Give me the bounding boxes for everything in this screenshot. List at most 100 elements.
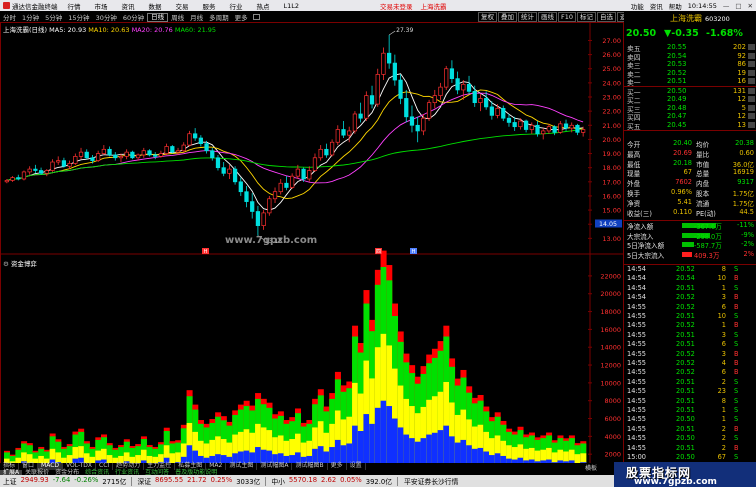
candle-body bbox=[501, 107, 506, 119]
candle-body bbox=[78, 151, 84, 157]
layout-toggle[interactable]: 横板 bbox=[585, 463, 597, 472]
fundflow-value: 409.3万 bbox=[694, 251, 720, 260]
stock-name-header: 上海洗霸 603200 bbox=[670, 13, 730, 24]
indicator-tab[interactable]: 更多 bbox=[328, 462, 347, 470]
high-marker-line bbox=[388, 30, 396, 36]
settings-gear-icon[interactable]: ⚙ bbox=[3, 260, 9, 268]
candle-body bbox=[175, 150, 181, 153]
orderbook-volume: 131 bbox=[733, 86, 746, 95]
fundflow-row[interactable]: 5日大宗流入 409.3万 2% bbox=[624, 250, 756, 260]
fundflow-row[interactable]: 5日净流入额 -587.7万 -2% bbox=[624, 240, 756, 250]
tick-side: B bbox=[734, 302, 739, 311]
trade-login-alert[interactable]: 交易未登录 bbox=[380, 1, 413, 11]
vol-tick-label: 16000 bbox=[600, 326, 621, 334]
orderbook-row[interactable]: 卖三 20.53 86 bbox=[624, 60, 756, 70]
quote-value: 5.41 bbox=[677, 197, 692, 206]
period-monthly[interactable]: 月线 bbox=[187, 12, 206, 22]
tick-row: 14:55 20.51 1 S bbox=[624, 406, 756, 414]
tick-side: B bbox=[734, 359, 739, 367]
candle-body bbox=[130, 151, 135, 159]
indicator-tab[interactable]: 测试幅图B bbox=[292, 462, 328, 470]
orderbook-row[interactable]: 买一 20.50 131 bbox=[624, 86, 756, 97]
tick-time: 14:55 bbox=[627, 359, 647, 367]
quote-key: 均价 bbox=[696, 141, 710, 149]
quote-key: 最高 bbox=[627, 150, 641, 159]
tool-fuquan[interactable]: 复权 bbox=[478, 12, 497, 22]
candle-body bbox=[267, 198, 272, 214]
candle-body bbox=[329, 141, 335, 156]
orderbook-row[interactable]: 买三 20.48 5 bbox=[624, 104, 756, 114]
maximize-icon[interactable]: □ bbox=[732, 2, 744, 10]
menu-item-data[interactable]: 数据 bbox=[142, 1, 169, 11]
tick-side: B bbox=[734, 293, 739, 302]
indicator-tab[interactable]: 测试主图 bbox=[226, 462, 258, 470]
period-multi[interactable]: 多周期 bbox=[206, 12, 232, 22]
vol-tick-label: 8000 bbox=[604, 397, 621, 405]
close-icon[interactable]: ✕ bbox=[745, 2, 756, 10]
orderbook-row[interactable]: 卖一 20.51 16 bbox=[624, 77, 756, 87]
menu-item-industry[interactable]: 行业 bbox=[223, 1, 250, 11]
tick-time: 14:55 bbox=[627, 330, 647, 339]
candle-body bbox=[232, 168, 238, 183]
candle-body bbox=[312, 157, 318, 171]
tick-price: 20.51 bbox=[676, 424, 695, 433]
period-fenshi[interactable]: 分时 bbox=[0, 12, 19, 22]
menu-function[interactable]: 功能 bbox=[628, 1, 647, 11]
quote-row: 换手 0.96% 股本 1.75亿 bbox=[624, 188, 756, 198]
period-15min[interactable]: 15分钟 bbox=[65, 12, 92, 22]
orderbook-row[interactable]: 买二 20.49 12 bbox=[624, 95, 756, 105]
menu-item-l1l2[interactable]: L1L2 bbox=[277, 2, 307, 10]
kline-chart[interactable]: 27.00 26.00 25.00 24.00 23.00 22.00 21.00 20.00… bbox=[0, 22, 624, 474]
tool-f10[interactable]: F10 bbox=[558, 12, 577, 22]
period-daily[interactable]: 日线 bbox=[147, 12, 169, 22]
menu-item-service[interactable]: 服务 bbox=[196, 1, 223, 11]
tool-mark[interactable]: 标记 bbox=[577, 12, 597, 22]
period-30min[interactable]: 30分钟 bbox=[93, 12, 120, 22]
tool-watchlist[interactable]: 自选 bbox=[597, 12, 617, 22]
menu-item-hot[interactable]: 热点 bbox=[250, 1, 277, 11]
event-mark-label: H bbox=[204, 249, 208, 255]
tick-time: 14:54 bbox=[627, 283, 647, 292]
server-name[interactable]: 平安证券长沙行情 bbox=[400, 476, 458, 486]
menu-item-market[interactable]: 市场 bbox=[88, 1, 115, 11]
indicator-tab[interactable]: 设置 bbox=[347, 462, 366, 470]
tick-side: S bbox=[734, 387, 739, 396]
menu-item-hq[interactable]: 行情 bbox=[61, 1, 88, 11]
current-stock-alert[interactable]: 上海洗霸 bbox=[421, 1, 447, 11]
menu-item-trade[interactable]: 交易 bbox=[169, 1, 196, 11]
period-1min[interactable]: 1分钟 bbox=[19, 12, 42, 22]
index-shenzhen[interactable]: 深证 8695.55 21.72 0.25% 3033亿 bbox=[134, 476, 263, 486]
minimize-icon[interactable]: — bbox=[720, 2, 733, 10]
orderbook-bar-icon bbox=[748, 96, 755, 103]
tool-stats[interactable]: 统计 bbox=[518, 12, 537, 22]
menu-item-news[interactable]: 资讯 bbox=[115, 1, 142, 11]
orderbook-row[interactable]: 买四 20.47 12 bbox=[624, 112, 756, 122]
orderbook-row[interactable]: 买五 20.45 13 bbox=[624, 121, 756, 131]
menu-help[interactable]: 帮助 bbox=[666, 1, 685, 11]
tool-overlay[interactable]: 叠加 bbox=[498, 12, 517, 22]
fundflow-row[interactable]: 大宗流入 -298.0万 -9% bbox=[624, 231, 756, 241]
fundflow-row[interactable]: 净流入额 -367.6万 -11% bbox=[624, 221, 756, 231]
orderbook-row[interactable]: 卖二 20.52 19 bbox=[624, 68, 756, 79]
tool-draw[interactable]: 画线 bbox=[538, 12, 557, 22]
tick-price: 20.51 bbox=[676, 406, 695, 414]
orderbook-volume: 19 bbox=[737, 68, 746, 77]
indicator-tab[interactable]: 测试幅图A bbox=[257, 462, 293, 470]
index-shanghai[interactable]: 上证 2949.93 -7.64 -0.26% 2715亿 bbox=[0, 476, 129, 486]
quote-key: 现量 bbox=[627, 170, 641, 179]
period-5min[interactable]: 5分钟 bbox=[42, 12, 65, 22]
index-sme[interactable]: 中小 5570.18 2.62 0.05% 392.0亿 bbox=[268, 476, 395, 486]
price-tick-label: 27.00 bbox=[602, 37, 621, 45]
orderbook-row[interactable]: 卖五 20.55 202 bbox=[624, 43, 756, 53]
tick-row: 14:54 20.52 8 S bbox=[624, 265, 756, 273]
period-60min[interactable]: 60分钟 bbox=[120, 12, 147, 22]
menu-info[interactable]: 资讯 bbox=[647, 1, 666, 11]
candle-body bbox=[506, 117, 512, 123]
layout-grid-icon[interactable] bbox=[252, 14, 260, 20]
quote-value: 1.75亿 bbox=[732, 190, 754, 198]
orderbook-row[interactable]: 卖四 20.54 92 bbox=[624, 52, 756, 62]
period-more[interactable]: 更多 bbox=[232, 12, 251, 22]
candle-body bbox=[472, 91, 477, 104]
tick-price: 20.52 bbox=[676, 302, 695, 311]
period-weekly[interactable]: 周线 bbox=[168, 12, 187, 22]
